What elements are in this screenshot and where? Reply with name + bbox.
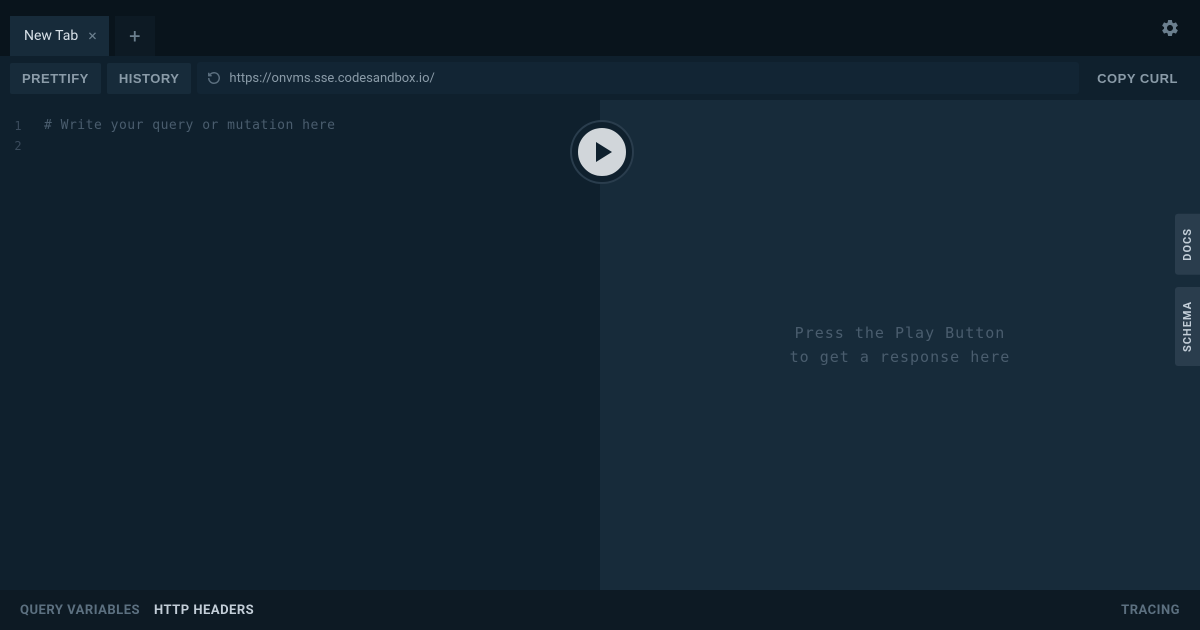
editor-comment: # Write your query or mutation here [44, 116, 600, 136]
prettify-button[interactable]: PRETTIFY [10, 63, 101, 94]
tab-active[interactable]: New Tab × [10, 16, 109, 56]
query-editor[interactable]: 1 2 # Write your query or mutation here [0, 100, 600, 590]
schema-tab[interactable]: SCHEMA [1175, 287, 1200, 366]
query-variables-tab[interactable]: QUERY VARIABLES [20, 603, 140, 618]
response-placeholder: Press the Play Button to get a response … [790, 321, 1011, 369]
history-button[interactable]: HISTORY [107, 63, 192, 94]
plus-icon: + [129, 24, 140, 48]
toolbar: PRETTIFY HISTORY COPY CURL [0, 56, 1200, 100]
settings-button[interactable] [1160, 18, 1180, 42]
endpoint-input[interactable] [229, 71, 1069, 86]
response-pane: Press the Play Button to get a response … [600, 100, 1200, 590]
top-bar: New Tab × + [0, 0, 1200, 56]
new-tab-button[interactable]: + [115, 16, 155, 56]
close-icon[interactable]: × [88, 28, 97, 44]
line-number: 2 [0, 136, 36, 156]
line-gutter: 1 2 [0, 116, 36, 156]
reload-icon[interactable] [207, 71, 221, 85]
tracing-tab[interactable]: TRACING [1121, 603, 1180, 618]
gear-icon [1160, 18, 1180, 38]
docs-tab[interactable]: DOCS [1175, 214, 1200, 275]
line-number: 1 [0, 116, 36, 136]
editor-content: # Write your query or mutation here [44, 116, 600, 136]
url-bar [197, 62, 1079, 94]
http-headers-tab[interactable]: HTTP HEADERS [154, 603, 254, 618]
bottom-bar: QUERY VARIABLES HTTP HEADERS TRACING [0, 590, 1200, 630]
tab-strip: New Tab × + [10, 16, 155, 56]
copy-curl-button[interactable]: COPY CURL [1085, 63, 1190, 94]
execute-button[interactable] [572, 122, 632, 182]
play-icon [596, 142, 612, 162]
right-drawer-tabs: DOCS SCHEMA [1175, 214, 1200, 366]
tab-label: New Tab [24, 28, 78, 44]
